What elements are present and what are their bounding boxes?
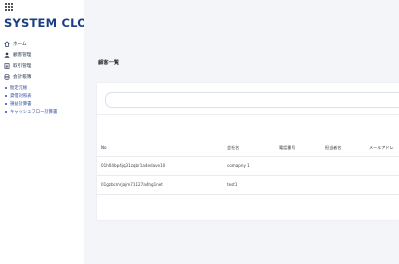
- customer-list-card: No 会社名 電話番号 担当者名 メールアドレ 01h04bp4jq31zqbr…: [97, 83, 399, 220]
- database-icon: [4, 73, 10, 80]
- sidebar-subitem-label: キャッシュフロー計算書: [10, 109, 58, 115]
- sidebar-item-customers[interactable]: 顧客管理: [4, 50, 31, 59]
- sidebar-subitem-ledger[interactable]: 勘定元帳: [5, 84, 27, 91]
- sidebar-subitem-label: 損益計算書: [10, 101, 32, 107]
- sidebar-item-label: ホーム: [13, 41, 27, 47]
- bullet-icon: [5, 94, 7, 97]
- divider: [97, 114, 399, 115]
- cell-no: 01h04bp4jq31zqbr1a4edave10: [101, 163, 166, 168]
- sidebar-item-label: 顧客管理: [13, 52, 32, 58]
- sidebar-item-label: 取引管理: [13, 63, 32, 69]
- row-divider: [97, 175, 399, 176]
- user-icon: [4, 52, 10, 58]
- sidebar-subitem-income-statement[interactable]: 損益計算書: [5, 100, 31, 107]
- sidebar-item-label: 会計帳簿: [13, 74, 32, 80]
- column-header-no: No: [101, 145, 107, 150]
- cell-company: comapny 1: [227, 163, 250, 168]
- sidebar-item-transactions[interactable]: 取引管理: [4, 61, 31, 70]
- cell-company: test1: [227, 182, 238, 187]
- column-header-email: メールアドレ: [369, 145, 394, 150]
- sidebar-subitem-balance-sheet[interactable]: 貸借対照表: [5, 92, 31, 99]
- sidebar-item-accounting[interactable]: 会計帳簿: [4, 72, 31, 81]
- app-grid-icon[interactable]: [5, 3, 13, 11]
- column-header-company: 会社名: [227, 145, 240, 150]
- sidebar-subitem-label: 貸借対照表: [10, 93, 32, 99]
- bullet-icon: [5, 110, 7, 113]
- bullet-icon: [5, 102, 7, 105]
- column-header-phone: 電話番号: [279, 145, 296, 150]
- main-content: 顧客一覧 No 会社名 電話番号 担当者名 メールアドレ 01h04bp4jq3…: [84, 0, 399, 264]
- sidebar-subitem-label: 勘定元帳: [10, 85, 28, 91]
- cell-no: 01gzbcmrjajm71127a4hg1net: [101, 182, 163, 187]
- document-icon: [4, 62, 10, 69]
- sidebar-subitem-cash-flow[interactable]: キャッシュフロー計算書: [5, 108, 57, 115]
- home-icon: [4, 40, 10, 47]
- search-input[interactable]: [105, 92, 399, 108]
- bullet-icon: [5, 86, 7, 89]
- sidebar-item-home[interactable]: ホーム: [4, 39, 27, 48]
- row-divider: [97, 156, 399, 157]
- page-title: 顧客一覧: [98, 60, 120, 66]
- row-divider: [97, 194, 399, 195]
- column-header-contact: 担当者名: [325, 145, 342, 150]
